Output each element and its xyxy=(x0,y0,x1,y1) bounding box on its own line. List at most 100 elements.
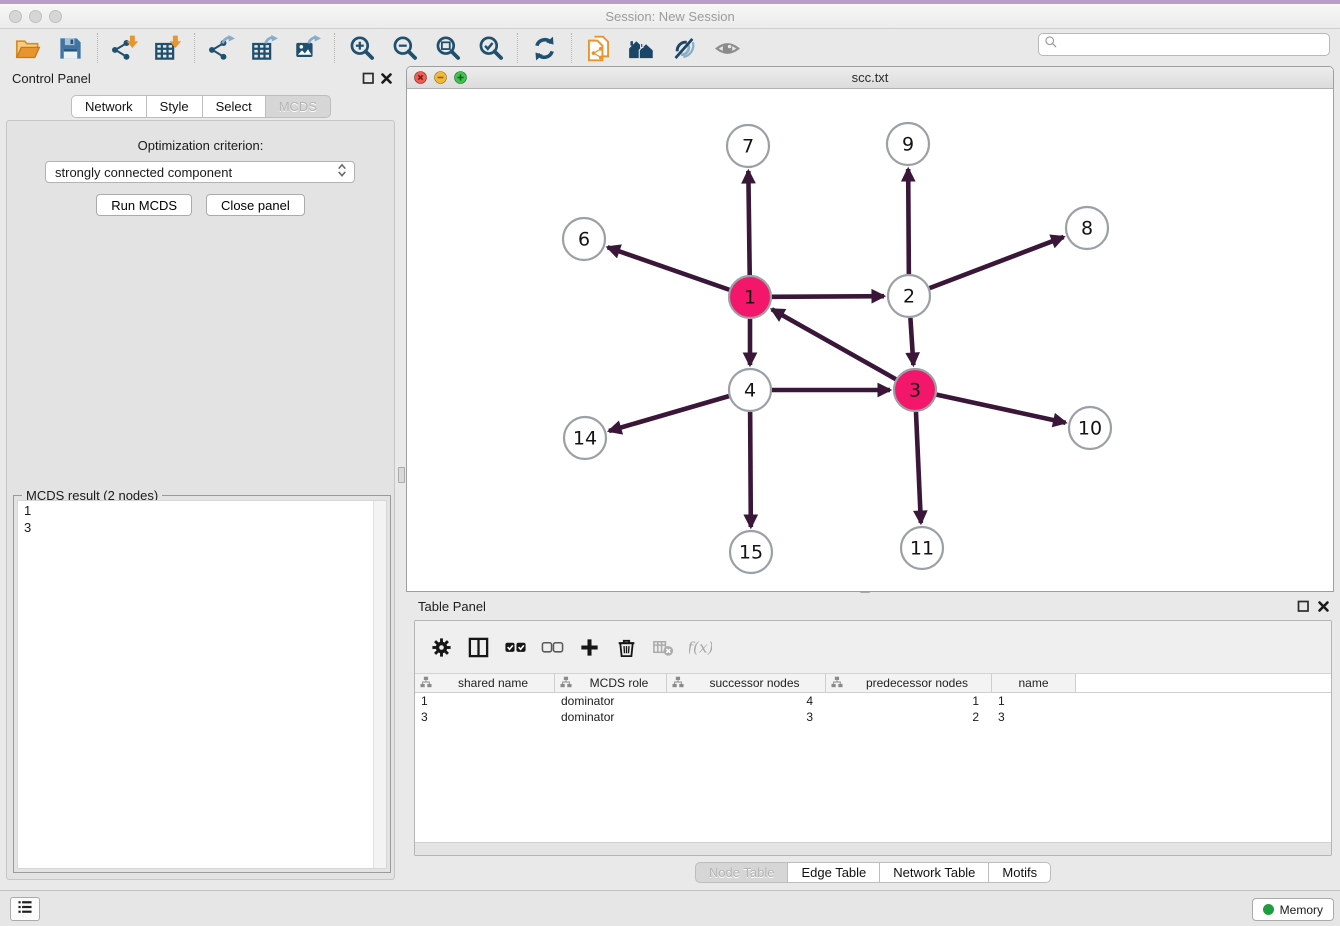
graph-edge-1-7[interactable] xyxy=(748,171,749,275)
column-header-successor-nodes[interactable]: successor nodes xyxy=(667,674,826,692)
first-neighbors-icon[interactable] xyxy=(620,31,663,65)
graph-node-label: 14 xyxy=(573,428,597,450)
tab-network-table[interactable]: Network Table xyxy=(880,862,989,883)
graph-node-label: 11 xyxy=(910,538,934,560)
close-panel-icon[interactable] xyxy=(380,72,393,85)
search-input[interactable] xyxy=(1058,35,1329,54)
graph-edge-1-2[interactable] xyxy=(772,296,884,297)
import-network-icon[interactable] xyxy=(103,31,146,65)
graph-edge-4-15[interactable] xyxy=(750,412,751,527)
memory-button[interactable]: Memory xyxy=(1252,898,1334,921)
column-header-shared-name[interactable]: shared name xyxy=(415,674,555,692)
graph-edge-3-11[interactable] xyxy=(916,412,921,523)
delete-column-icon[interactable] xyxy=(608,629,645,665)
table-row[interactable]: 3dominator323 xyxy=(415,709,1331,725)
criterion-select[interactable]: strongly connected component xyxy=(45,161,355,183)
tab-network[interactable]: Network xyxy=(71,95,147,118)
panel-list-button[interactable] xyxy=(10,897,40,921)
list-icon xyxy=(17,899,33,920)
create-column-icon[interactable] xyxy=(571,629,608,665)
memory-status-icon xyxy=(1263,904,1274,915)
import-table-icon[interactable] xyxy=(146,31,189,65)
export-image-icon[interactable] xyxy=(286,31,329,65)
tree-icon xyxy=(826,676,843,691)
table-cell: 1 xyxy=(415,694,555,708)
close-panel-button[interactable]: Close panel xyxy=(206,194,305,216)
tab-select[interactable]: Select xyxy=(203,95,266,118)
graph-node-label: 3 xyxy=(909,380,921,402)
toolbar-divider xyxy=(194,33,195,63)
export-network-icon[interactable] xyxy=(200,31,243,65)
network-view-title: scc.txt xyxy=(407,67,1333,89)
graph-node-label: 7 xyxy=(742,136,754,158)
column-header-predecessor-nodes[interactable]: predecessor nodes xyxy=(826,674,992,692)
delete-table-icon xyxy=(645,629,682,665)
show-all-icon[interactable] xyxy=(706,31,749,65)
graph-edge-2-3[interactable] xyxy=(910,318,913,365)
zoom-out-icon[interactable] xyxy=(383,31,426,65)
run-mcds-button[interactable]: Run MCDS xyxy=(96,194,192,216)
graph-edge-2-8[interactable] xyxy=(930,237,1064,288)
table-row[interactable]: 1dominator411 xyxy=(415,693,1331,709)
graph-node-label: 10 xyxy=(1078,418,1102,440)
export-table-icon[interactable] xyxy=(243,31,286,65)
mcds-result-text[interactable]: 13 xyxy=(17,500,387,869)
result-scrollbar[interactable] xyxy=(373,501,386,868)
toggle-columns-icon[interactable] xyxy=(460,629,497,665)
float-table-panel-icon[interactable] xyxy=(1297,600,1310,613)
table-panel-tabs: Node TableEdge TableNetwork TableMotifs xyxy=(406,862,1340,883)
network-view-titlebar[interactable]: scc.txt xyxy=(407,67,1333,89)
vertical-splitter-handle[interactable] xyxy=(398,467,405,483)
graph-edge-4-14[interactable] xyxy=(609,396,729,431)
svg-text:f(x): f(x) xyxy=(689,638,712,656)
zoom-fit-icon[interactable] xyxy=(426,31,469,65)
table-cell: 3 xyxy=(992,710,1076,724)
app-titlebar: Session: New Session xyxy=(0,4,1340,29)
graph-edge-3-1[interactable] xyxy=(772,309,896,379)
table-toolbar: f(x) xyxy=(415,621,1331,673)
table-panel-header: Table Panel xyxy=(406,594,1340,620)
apply-layout-icon[interactable] xyxy=(523,31,566,65)
graph-node-label: 6 xyxy=(578,229,590,251)
deselect-all-columns-icon[interactable] xyxy=(534,629,571,665)
search-box[interactable] xyxy=(1038,33,1330,56)
tab-motifs[interactable]: Motifs xyxy=(989,862,1051,883)
tab-style[interactable]: Style xyxy=(147,95,203,118)
criterion-value: strongly connected component xyxy=(46,165,336,180)
toolbar-divider xyxy=(334,33,335,63)
close-table-panel-icon[interactable] xyxy=(1317,600,1330,613)
new-network-file-icon[interactable] xyxy=(577,31,620,65)
save-session-icon[interactable] xyxy=(49,31,92,65)
graph-node-label: 9 xyxy=(902,134,914,156)
zoom-selected-icon[interactable] xyxy=(469,31,512,65)
mcds-panel: Optimization criterion: strongly connect… xyxy=(6,120,395,880)
memory-label: Memory xyxy=(1280,903,1323,917)
graph-node-label: 1 xyxy=(744,287,756,309)
graph-edge-1-6[interactable] xyxy=(608,247,730,289)
optimization-criterion-label: Optimization criterion: xyxy=(7,138,394,153)
graph-edge-2-9[interactable] xyxy=(908,169,909,274)
select-all-columns-icon[interactable] xyxy=(497,629,534,665)
tab-mcds[interactable]: MCDS xyxy=(266,95,331,118)
app-title: Session: New Session xyxy=(0,4,1340,29)
column-header-name[interactable]: name xyxy=(992,674,1076,692)
hide-selected-icon[interactable] xyxy=(663,31,706,65)
tree-icon xyxy=(667,676,684,691)
graph-node-label: 15 xyxy=(739,542,763,564)
graph-edge-3-10[interactable] xyxy=(936,395,1065,423)
toolbar-divider xyxy=(571,33,572,63)
zoom-in-icon[interactable] xyxy=(340,31,383,65)
tab-edge-table[interactable]: Edge Table xyxy=(788,862,880,883)
tab-node-table[interactable]: Node Table xyxy=(695,862,789,883)
header-filler xyxy=(1076,674,1331,692)
graph-node-label: 2 xyxy=(903,286,915,308)
result-line: 1 xyxy=(24,502,380,519)
table-settings-icon[interactable] xyxy=(423,629,460,665)
table-cell: 1 xyxy=(826,694,992,708)
table-cell: 2 xyxy=(826,710,992,724)
column-header-MCDS-role[interactable]: MCDS role xyxy=(555,674,667,692)
float-panel-icon[interactable] xyxy=(362,72,375,85)
network-canvas[interactable]: 7968124314101511 xyxy=(407,89,1333,591)
select-stepper-icon xyxy=(336,163,354,181)
open-session-icon[interactable] xyxy=(6,31,49,65)
